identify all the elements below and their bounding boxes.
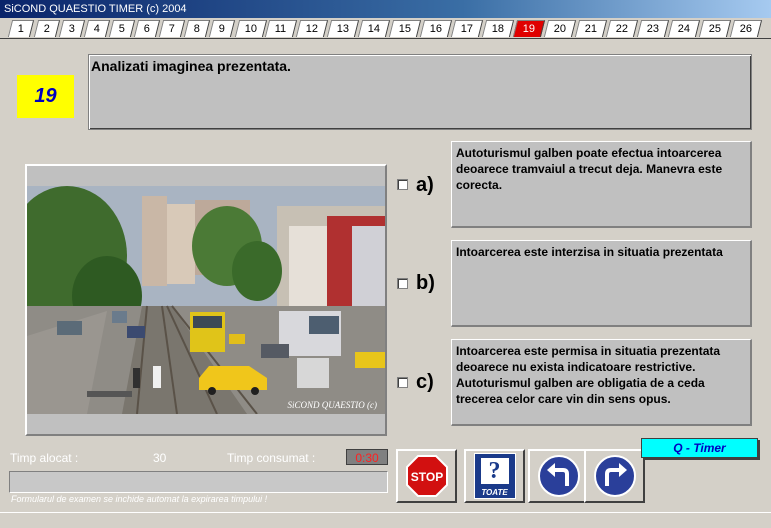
question-photo: SiCOND QUAESTIO (c) [27,186,385,414]
option-a-answer[interactable]: Autoturismul galben poate efectua intoar… [451,141,752,228]
tab-label: 8 [193,23,200,35]
option-c-answer[interactable]: Intoarcerea este permisa in situatia pre… [451,339,752,426]
tab-label: 13 [336,23,349,35]
tab-label: 1 [17,23,24,35]
tab-label: 22 [615,23,628,35]
tab-label: 19 [522,23,535,35]
tab-label: 3 [68,23,75,35]
tab-label: 5 [118,23,125,35]
option-b-answer[interactable]: Intoarcerea este interzisa in situatia p… [451,240,752,327]
tab-label: 16 [429,23,442,35]
previous-question-button[interactable] [528,449,589,503]
tab-label: 17 [460,23,473,35]
tab-question-21[interactable]: 21 [574,20,608,37]
show-all-icon: ? TOATE [473,453,516,499]
tab-label: 2 [43,23,50,35]
tab-label: 24 [677,23,690,35]
consumed-time-label: Timp consumat : [227,451,316,465]
consumed-time-value: 0:30 [346,449,388,465]
window-title: SiCOND QUAESTIO TIMER (c) 2004 [0,0,771,18]
tab-question-16[interactable]: 16 [419,20,453,37]
photo-watermark: SiCOND QUAESTIO (c) [287,400,378,410]
tab-question-1[interactable]: 1 [7,20,35,37]
brand-logo: Q - Timer [641,438,758,458]
option-a-letter: a) [416,174,434,196]
tab-label: 11 [275,23,287,35]
tab-label: 18 [491,23,504,35]
street-scene-image [27,186,385,414]
tab-question-3[interactable]: 3 [58,20,86,37]
forward-arrow-icon [593,455,636,497]
tab-label: 6 [143,23,150,35]
next-question-button[interactable] [584,449,645,503]
tab-label: 4 [93,23,100,35]
tab-question-19[interactable]: 19 [512,20,546,37]
tab-question-22[interactable]: 22 [605,20,639,37]
option-c-checkbox[interactable] [397,377,408,388]
option-a-checkbox[interactable] [397,179,408,190]
tab-question-13[interactable]: 13 [326,20,360,37]
window-bottom-edge [0,512,771,528]
tab-question-12[interactable]: 12 [295,20,329,37]
tab-label: 12 [305,23,318,35]
question-number: 19 [17,75,74,118]
tab-question-4[interactable]: 4 [83,20,111,37]
option-c-letter: c) [416,371,434,393]
tab-question-11[interactable]: 11 [264,20,298,37]
tab-question-17[interactable]: 17 [450,20,484,37]
tab-question-24[interactable]: 24 [667,20,701,37]
tab-question-8[interactable]: 8 [183,20,211,37]
tab-question-7[interactable]: 7 [158,20,186,37]
stop-label: STOP [410,470,442,484]
back-arrow-icon [537,455,580,497]
question-tabs: 1 2 3 4 5 6 7 8 9 10 11 12 13 14 15 16 17 18 19 20 21 22 23 24 2… [0,19,771,39]
tab-label: 26 [739,23,752,35]
allocated-time-label: Timp alocat : [10,451,79,465]
tab-label: 23 [646,23,659,35]
show-all-button[interactable]: ? TOATE [464,449,525,503]
tab-label: 21 [584,23,597,35]
tab-question-5[interactable]: 5 [108,20,136,37]
tab-question-15[interactable]: 15 [388,20,422,37]
option-b-letter: b) [416,272,435,294]
tab-question-18[interactable]: 18 [481,20,515,37]
tab-question-9[interactable]: 9 [208,20,236,37]
tab-label: 9 [218,23,225,35]
tab-question-20[interactable]: 20 [543,20,577,37]
time-progress-bar [9,471,388,493]
tab-question-6[interactable]: 6 [133,20,161,37]
show-all-label: TOATE [481,488,508,497]
stop-sign-icon: STOP [405,455,448,497]
question-text: Analizati imaginea prezentata. [88,54,752,130]
tab-label: 25 [708,23,721,35]
tab-question-25[interactable]: 25 [698,20,732,37]
tab-label: 15 [398,23,411,35]
tab-divider [0,38,771,39]
tab-question-26[interactable]: 26 [729,20,763,37]
auto-close-note: Formularul de examen se inchide automat … [11,494,268,504]
tab-label: 10 [244,23,257,35]
tab-label: 20 [553,23,566,35]
stop-button[interactable]: STOP [396,449,457,503]
tab-label: 14 [367,23,380,35]
option-b-checkbox[interactable] [397,278,408,289]
tab-question-23[interactable]: 23 [636,20,670,37]
tab-question-2[interactable]: 2 [33,20,61,37]
tab-label: 7 [168,23,175,35]
allocated-time-value: 30 [153,451,167,465]
tab-question-10[interactable]: 10 [234,20,268,37]
tab-question-14[interactable]: 14 [357,20,391,37]
